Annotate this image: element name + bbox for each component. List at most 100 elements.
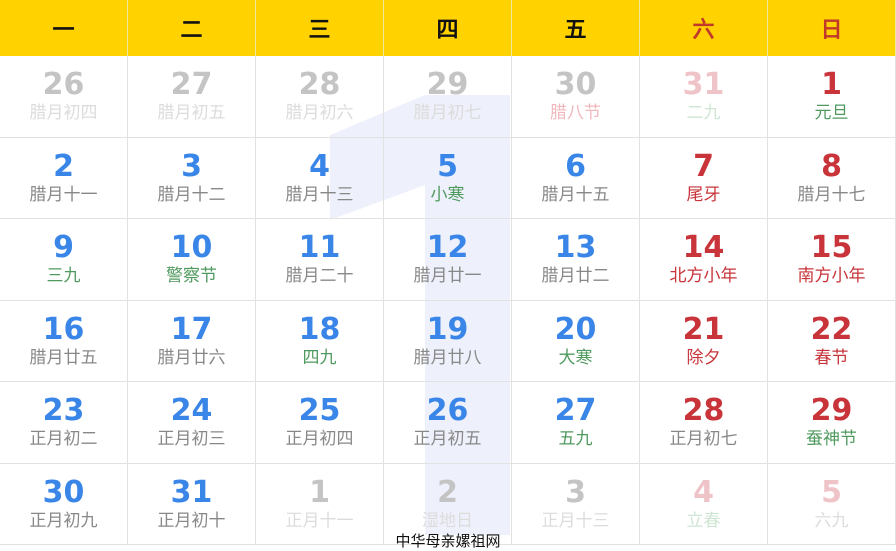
- calendar-grid: 26 腊月初四 27 腊月初五 28 腊月初六 29 腊月初七 30 腊八节 31 二九 1 元旦 2 腊月十…: [0, 56, 896, 545]
- day-number: 25: [298, 393, 341, 429]
- day-number: 2: [437, 474, 458, 510]
- lunar-label: 立春: [686, 510, 721, 531]
- day-number: 9: [53, 230, 74, 266]
- lunar-label: 腊月十三: [285, 184, 354, 205]
- day-number: 22: [810, 311, 853, 347]
- day-cell[interactable]: 5 小寒: [384, 137, 512, 219]
- day-cell[interactable]: 3 腊月十二: [128, 137, 256, 219]
- day-number: 30: [42, 474, 85, 510]
- day-number: 28: [682, 393, 725, 429]
- lunar-label: 腊月初四: [29, 103, 98, 124]
- day-number: 1: [309, 474, 330, 510]
- day-number: 28: [298, 67, 341, 103]
- lunar-label: 五九: [558, 429, 593, 450]
- day-cell[interactable]: 22 春节: [768, 300, 896, 382]
- day-cell[interactable]: 18 四九: [256, 300, 384, 382]
- day-number: 30: [554, 67, 597, 103]
- day-number: 29: [810, 393, 853, 429]
- lunar-label: 六九: [814, 510, 849, 531]
- day-cell[interactable]: 29 腊月初七: [384, 56, 512, 138]
- weekday-6: 六: [640, 0, 768, 56]
- day-number: 7: [693, 148, 714, 184]
- day-cell[interactable]: 6 腊月十五: [512, 137, 640, 219]
- lunar-label: 腊月初七: [413, 103, 482, 124]
- lunar-label: 警察节: [166, 266, 217, 287]
- day-cell[interactable]: 27 五九: [512, 382, 640, 464]
- lunar-label: 正月初二: [29, 429, 98, 450]
- day-cell[interactable]: 10 警察节: [128, 219, 256, 301]
- day-cell[interactable]: 19 腊月廿八: [384, 300, 512, 382]
- lunar-label: 除夕: [686, 347, 721, 368]
- day-number: 27: [170, 67, 213, 103]
- day-cell[interactable]: 2 腊月十一: [0, 137, 128, 219]
- lunar-label: 腊月二十: [285, 266, 354, 287]
- day-cell[interactable]: 31 二九: [640, 56, 768, 138]
- day-cell[interactable]: 27 腊月初五: [128, 56, 256, 138]
- day-cell[interactable]: 23 正月初二: [0, 382, 128, 464]
- day-cell[interactable]: 1 元旦: [768, 56, 896, 138]
- day-cell[interactable]: 14 北方小年: [640, 219, 768, 301]
- lunar-label: 腊月十七: [797, 184, 866, 205]
- day-cell[interactable]: 29 蚕神节: [768, 382, 896, 464]
- day-number: 10: [170, 230, 213, 266]
- day-cell[interactable]: 11 腊月二十: [256, 219, 384, 301]
- day-cell[interactable]: 9 三九: [0, 219, 128, 301]
- lunar-label: 腊月十二: [157, 184, 226, 205]
- weekday-4: 四: [384, 0, 512, 56]
- day-cell[interactable]: 25 正月初四: [256, 382, 384, 464]
- lunar-label: 腊月廿六: [157, 347, 226, 368]
- lunar-label: 正月十一: [285, 510, 354, 531]
- day-cell[interactable]: 7 尾牙: [640, 137, 768, 219]
- day-cell[interactable]: 17 腊月廿六: [128, 300, 256, 382]
- day-number: 27: [554, 393, 597, 429]
- day-number: 26: [42, 67, 85, 103]
- day-cell[interactable]: 15 南方小年: [768, 219, 896, 301]
- lunar-label: 四九: [302, 347, 337, 368]
- day-cell[interactable]: 28 腊月初六: [256, 56, 384, 138]
- lunar-label: 湿地日: [422, 510, 473, 531]
- weekday-header: 一二三四五六日: [0, 0, 896, 56]
- lunar-label: 正月初十: [157, 510, 226, 531]
- day-number: 17: [170, 311, 213, 347]
- day-number: 19: [426, 311, 469, 347]
- lunar-label: 南方小年: [797, 266, 866, 287]
- day-cell[interactable]: 26 腊月初四: [0, 56, 128, 138]
- day-cell[interactable]: 21 除夕: [640, 300, 768, 382]
- lunar-label: 腊月廿一: [413, 266, 482, 287]
- lunar-label: 正月初三: [157, 429, 226, 450]
- day-cell[interactable]: 16 腊月廿五: [0, 300, 128, 382]
- day-cell[interactable]: 28 正月初七: [640, 382, 768, 464]
- day-number: 24: [170, 393, 213, 429]
- day-number: 14: [682, 230, 725, 266]
- lunar-label: 蚕神节: [806, 429, 857, 450]
- day-cell[interactable]: 26 正月初五: [384, 382, 512, 464]
- lunar-label: 尾牙: [686, 184, 721, 205]
- lunar-label: 大寒: [558, 347, 593, 368]
- day-cell[interactable]: 24 正月初三: [128, 382, 256, 464]
- weekday-2: 二: [128, 0, 256, 56]
- calendar: 一二三四五六日 26 腊月初四 27 腊月初五 28 腊月初六 29 腊月初七 30 腊八节 31 二…: [0, 0, 896, 545]
- lunar-label: 北方小年: [669, 266, 738, 287]
- day-cell[interactable]: 13 腊月廿二: [512, 219, 640, 301]
- day-number: 31: [682, 67, 725, 103]
- day-number: 4: [309, 148, 330, 184]
- day-number: 15: [810, 230, 853, 266]
- lunar-label: 正月初五: [413, 429, 482, 450]
- lunar-label: 二九: [686, 103, 721, 124]
- day-number: 29: [426, 67, 469, 103]
- day-number: 12: [426, 230, 469, 266]
- day-number: 1: [821, 67, 842, 103]
- day-cell[interactable]: 20 大寒: [512, 300, 640, 382]
- day-number: 5: [821, 474, 842, 510]
- day-cell[interactable]: 12 腊月廿一: [384, 219, 512, 301]
- day-number: 31: [170, 474, 213, 510]
- day-cell[interactable]: 8 腊月十七: [768, 137, 896, 219]
- weekday-7: 日: [768, 0, 896, 56]
- lunar-label: 正月初九: [29, 510, 98, 531]
- day-number: 3: [181, 148, 202, 184]
- day-cell[interactable]: 4 腊月十三: [256, 137, 384, 219]
- day-number: 18: [298, 311, 341, 347]
- day-cell[interactable]: 30 腊八节: [512, 56, 640, 138]
- lunar-label: 正月十三: [541, 510, 610, 531]
- day-number: 6: [565, 148, 586, 184]
